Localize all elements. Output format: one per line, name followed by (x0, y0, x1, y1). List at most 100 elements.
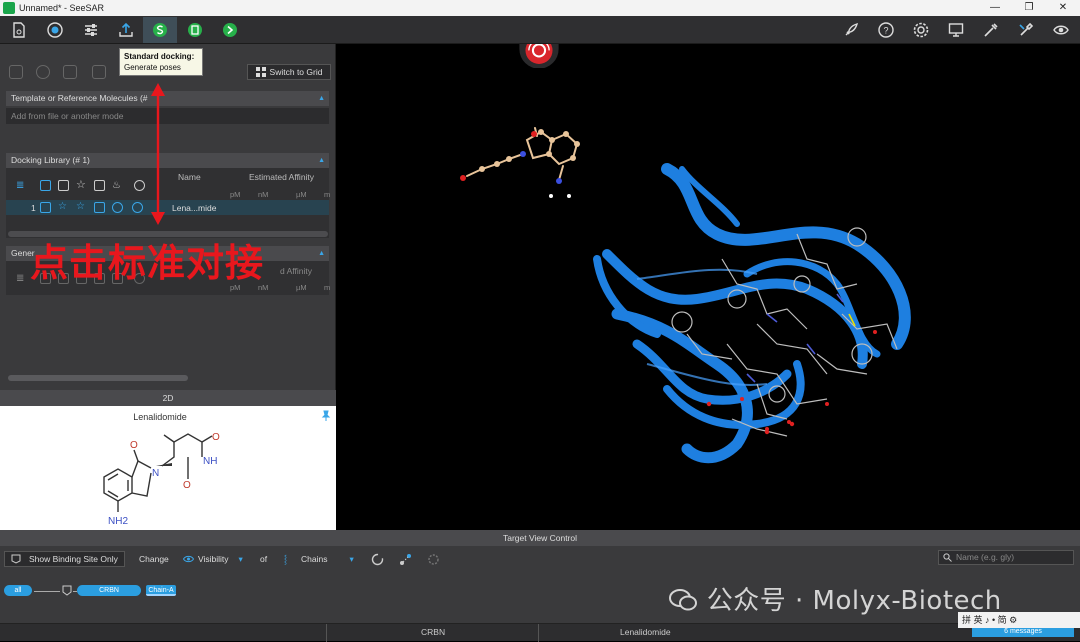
sort-icon[interactable]: ≣ (16, 180, 27, 191)
file-icon (13, 22, 25, 38)
close-button[interactable]: ✕ (1046, 0, 1080, 16)
atom-nh2: NH2 (108, 516, 128, 527)
connect-icon[interactable] (399, 553, 412, 566)
docking-library-header[interactable]: Docking Library (# 1) ▲ (6, 153, 329, 168)
save-icon[interactable] (92, 65, 106, 79)
window-title: Unnamed* - SeeSAR (19, 3, 105, 13)
ime-toolbar[interactable]: 拼 英 ♪ • 简 ⚙ (958, 612, 1080, 628)
unit-pm: pM (230, 190, 241, 199)
unit-m: m (324, 190, 331, 199)
switch-to-grid-button[interactable]: Switch to Grid (247, 64, 331, 80)
inspector-button[interactable] (178, 17, 212, 43)
chains-dropdown[interactable]: ⸾ Chains ▾ (284, 552, 354, 566)
rocket-icon (845, 22, 859, 36)
upload-icon (119, 22, 133, 37)
table-row[interactable]: 1 ☆ ☆ Lena...mide (6, 200, 329, 215)
target-view-control-header[interactable]: Target View Control (0, 530, 1080, 546)
unit-um: µM (296, 190, 307, 199)
palette-icon[interactable] (134, 180, 145, 191)
app-logo-icon (3, 2, 15, 14)
target-button[interactable] (38, 17, 72, 43)
row-star-icon[interactable]: ☆ (76, 202, 87, 213)
sort-icon[interactable]: ≣ (16, 273, 27, 284)
row-molecule-name: Lena...mide (172, 203, 217, 213)
help-button[interactable]: ? (869, 17, 903, 43)
visibility-label: Visibility (198, 554, 229, 564)
filter-icon[interactable] (36, 65, 50, 79)
chevron-down-icon: ▾ (349, 554, 354, 564)
settings-small-icon[interactable] (427, 553, 440, 566)
chain-icon: ⸾ (284, 554, 288, 564)
target-controls-bar: Show Binding Site Only Change Visibility… (0, 549, 1080, 569)
hide-icon[interactable] (63, 65, 77, 79)
file-button[interactable] (2, 17, 36, 43)
docking-library-title: Docking Library (# 1) (11, 155, 90, 165)
change-label: Change (139, 554, 169, 564)
wrench-button[interactable] (1009, 17, 1043, 43)
settings-sliders-button[interactable] (74, 17, 108, 43)
chevron-down-icon: ▾ (238, 554, 243, 564)
row-pin-icon[interactable]: ☆ (58, 202, 69, 213)
forward-button[interactable] (213, 17, 247, 43)
row-checkbox-icon[interactable] (40, 202, 51, 213)
flame-icon[interactable]: ♨ (112, 180, 123, 191)
collapse-icon[interactable]: ▲ (318, 91, 325, 106)
eye-icon (183, 555, 194, 563)
collapse-icon[interactable]: ▲ (318, 246, 325, 261)
template-section-title: Template or Reference Molecules (# (11, 93, 148, 103)
visibility-dropdown[interactable]: Visibility ▾ (183, 552, 243, 566)
template-placeholder: Add from file or another mode (11, 111, 124, 121)
collapse-icon[interactable]: ▲ (318, 153, 325, 168)
of-label: of (260, 554, 268, 564)
display-button[interactable] (939, 17, 973, 43)
footer-divider (326, 624, 327, 642)
chip-chain-a[interactable]: Chain-A (146, 585, 176, 596)
binding-site-icon (11, 554, 21, 564)
pin-icon[interactable] (58, 180, 69, 191)
column-affinity[interactable]: Estimated Affinity (249, 172, 314, 182)
footer-ligand: Lenalidomide (620, 627, 671, 637)
protein-ligand-scene (460, 127, 911, 464)
template-input[interactable]: Add from file or another mode (6, 108, 329, 124)
view-button[interactable] (1044, 17, 1078, 43)
atom-n1: N (152, 468, 159, 479)
template-section-header[interactable]: Template or Reference Molecules (# ▲ (6, 91, 329, 106)
wrench-icon (1019, 22, 1034, 36)
star-icon[interactable]: ☆ (76, 180, 87, 191)
svg-text:?: ? (883, 26, 888, 36)
3d-viewport[interactable] (337, 44, 1080, 530)
chip-crbn[interactable]: CRBN (77, 585, 141, 596)
restore-button[interactable]: ❐ (1012, 0, 1046, 16)
residue-search-input[interactable]: Name (e.g. gly) (938, 550, 1074, 565)
wechat-icon (669, 589, 697, 611)
binding-site-chip-icon[interactable] (62, 585, 72, 596)
tools-button[interactable] (974, 17, 1008, 43)
row-comment-icon[interactable] (94, 202, 105, 213)
unit-nm: nM (258, 190, 269, 199)
comment-icon[interactable] (94, 180, 105, 191)
show-binding-site-button[interactable]: Show Binding Site Only (4, 551, 125, 567)
search-icon (943, 553, 952, 562)
chip-all[interactable]: all (4, 585, 32, 596)
column-affinity-generated[interactable]: d Affinity (280, 266, 312, 276)
minimize-button[interactable]: — (978, 0, 1012, 16)
upload-button[interactable] (109, 17, 143, 43)
show-binding-site-label: Show Binding Site Only (29, 554, 118, 564)
pin-2d-icon[interactable] (320, 410, 332, 422)
row-flame-icon[interactable] (112, 202, 123, 213)
settings-button[interactable] (904, 17, 938, 43)
column-name[interactable]: Name (178, 172, 201, 182)
delete-icon[interactable] (9, 65, 23, 79)
forward-icon (223, 23, 237, 37)
reset-icon[interactable] (371, 553, 384, 566)
seesar-logo-icon (519, 44, 559, 68)
messages-badge[interactable]: 6 messages (972, 627, 1074, 637)
generated-scrollbar[interactable] (8, 375, 188, 381)
rocket-button[interactable] (834, 17, 868, 43)
grid-icon (255, 67, 266, 77)
window-titlebar: Unnamed* - SeeSAR — ❐ ✕ (0, 0, 1080, 16)
row-color-icon[interactable] (132, 202, 143, 213)
panel-2d-header[interactable]: 2D (0, 390, 336, 406)
select-all-icon[interactable] (40, 180, 51, 191)
standard-docking-button[interactable] (143, 17, 177, 43)
